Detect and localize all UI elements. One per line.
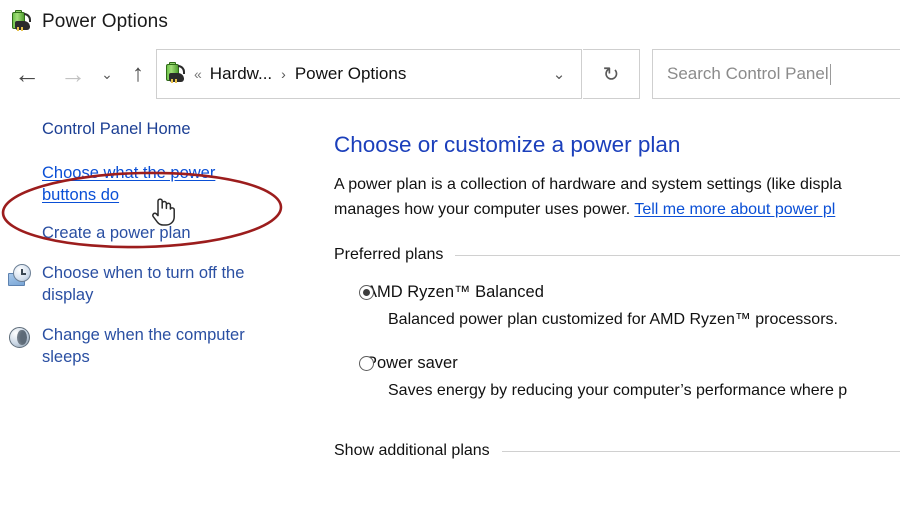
sidebar-item-control-panel-home[interactable]: Control Panel Home [0, 118, 330, 140]
power-options-window: Power Options ← → ⌄ ↑ « Hardw... › Power… [0, 0, 900, 522]
sidebar-item-label: Choose when to turn off the display [42, 264, 245, 304]
breadcrumb-separator-icon: › [281, 66, 286, 82]
preferred-plans-header: Preferred plans [334, 246, 900, 264]
address-dropdown-icon[interactable]: ⌄ [537, 50, 581, 98]
main-content: Choose or customize a power plan A power… [334, 130, 900, 460]
search-input[interactable]: Search Control Panel [652, 49, 900, 99]
power-plan-icon [9, 10, 33, 34]
sidebar-item-label: Control Panel Home [42, 120, 191, 138]
back-icon[interactable]: ← [8, 49, 46, 99]
radio-button-unselected[interactable] [359, 356, 374, 371]
plan-name: AMD Ryzen™ Balanced [366, 283, 544, 301]
plan-option-power-saver[interactable]: Power saver Saves energy by reducing you… [334, 353, 900, 402]
plan-description: Saves energy by reducing your computer’s… [388, 382, 848, 399]
address-bar[interactable]: « Hardw... › Power Options ⌄ [156, 49, 582, 99]
mouse-cursor-hand [152, 198, 175, 226]
sleep-moon-icon [8, 326, 32, 350]
window-title: Power Options [42, 11, 168, 32]
divider [455, 254, 900, 256]
sidebar-item-turn-off-display[interactable]: Choose when to turn off the display [0, 262, 270, 306]
breadcrumb-power-options[interactable]: Power Options [295, 64, 407, 84]
plan-name: Power saver [366, 354, 458, 372]
divider [501, 450, 900, 452]
show-additional-plans-label: Show additional plans [334, 442, 490, 459]
breadcrumb-hardware[interactable]: Hardw... [210, 64, 272, 84]
sidebar-item-label: Change when the computer sleeps [42, 326, 245, 366]
up-icon[interactable]: ↑ [122, 49, 154, 99]
plan-description: Balanced power plan customized for AMD R… [388, 311, 838, 328]
sidebar: Control Panel Home Choose what the power… [0, 118, 330, 370]
description-line-2: manages how your computer uses power. [334, 201, 635, 218]
address-power-plan-icon [163, 62, 187, 86]
refresh-icon[interactable]: ↻ [583, 49, 640, 99]
chevron-down-icon[interactable]: ⌄ [94, 49, 120, 99]
display-clock-icon [8, 264, 32, 288]
tell-me-more-link[interactable]: Tell me more about power pl [634, 201, 835, 218]
show-additional-plans-header[interactable]: Show additional plans [334, 442, 900, 460]
forward-icon[interactable]: → [54, 49, 92, 99]
page-description: A power plan is a collection of hardware… [334, 172, 900, 222]
sidebar-item-choose-power-buttons[interactable]: Choose what the power buttons do [0, 162, 250, 206]
preferred-plans-label: Preferred plans [334, 246, 444, 263]
page-title: Choose or customize a power plan [334, 132, 681, 157]
sidebar-item-computer-sleeps[interactable]: Change when the computer sleeps [0, 324, 270, 368]
search-placeholder: Search Control Panel [667, 64, 829, 83]
text-caret [829, 63, 831, 85]
plan-option-amd-ryzen-balanced[interactable]: AMD Ryzen™ Balanced Balanced power plan … [334, 282, 900, 331]
navigation-bar: ← → ⌄ ↑ « Hardw... › Power Options ⌄ ↻ S… [0, 49, 900, 99]
radio-button-selected[interactable] [359, 285, 374, 300]
breadcrumb-overflow-icon[interactable]: « [194, 67, 202, 81]
description-line-1: A power plan is a collection of hardware… [334, 176, 842, 193]
title-bar: Power Options [0, 0, 900, 44]
sidebar-item-label: Choose what the power buttons do [42, 164, 216, 204]
